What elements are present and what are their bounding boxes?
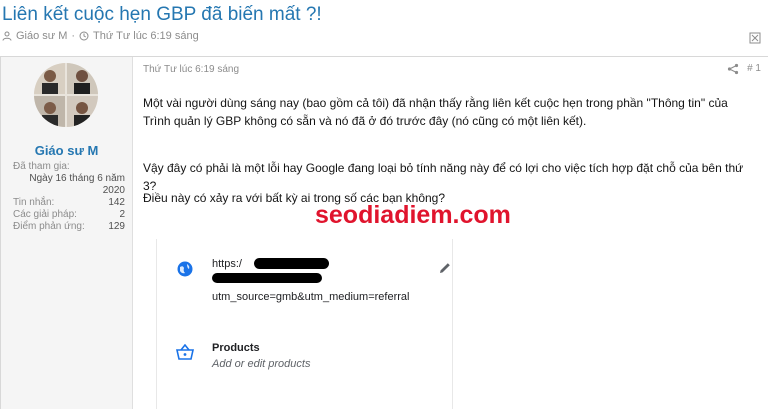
products-subtitle[interactable]: Add or edit products <box>212 358 310 370</box>
share-icon[interactable] <box>727 63 739 75</box>
username[interactable]: Giáo sư M <box>1 143 132 158</box>
website-url[interactable]: https:/ <box>212 258 242 270</box>
stat-label: Tin nhắn: <box>13 197 55 208</box>
stat-value: 2 <box>119 209 125 220</box>
stat-label: Đã tham gia: <box>13 161 70 172</box>
avatar[interactable] <box>34 63 98 127</box>
products-title[interactable]: Products <box>212 342 260 354</box>
clock-icon <box>79 31 89 41</box>
globe-icon <box>177 261 193 277</box>
pencil-icon[interactable] <box>438 261 452 275</box>
thread-author[interactable]: Giáo sư M <box>16 30 67 42</box>
stat-row: Các giải pháp: 2 <box>13 209 125 221</box>
post-number[interactable]: # 1 <box>747 63 761 74</box>
avatar-image <box>34 63 98 127</box>
stat-row: Đã tham gia: <box>13 161 125 173</box>
user-icon <box>2 31 12 41</box>
stat-row: Điểm phản ứng: 129 <box>13 221 125 233</box>
thread-time[interactable]: Thứ Tư lúc 6:19 sáng <box>93 30 199 42</box>
stat-row: 2020 <box>13 185 125 197</box>
stat-row: Ngày 16 tháng 6 năm <box>13 173 125 185</box>
post-paragraph: Một vài người dùng sáng nay (bao gồm cả … <box>143 96 728 128</box>
redaction-mark <box>212 273 322 283</box>
user-sidebar: Giáo sư M Đã tham gia: Ngày 16 tháng 6 n… <box>1 57 133 409</box>
post: Giáo sư M Đã tham gia: Ngày 16 tháng 6 n… <box>0 56 768 409</box>
post-time[interactable]: Thứ Tư lúc 6:19 sáng <box>143 64 239 75</box>
stat-row: Tin nhắn: 142 <box>13 197 125 209</box>
shopping-basket-icon <box>176 344 194 360</box>
thread-meta: Giáo sư M · Thứ Tư lúc 6:19 sáng <box>2 30 199 42</box>
embedded-screenshot-card: https:/ utm_source=gmb&utm_medium=referr… <box>156 239 453 409</box>
redaction-mark <box>254 258 329 269</box>
stat-label: Điểm phản ứng: <box>13 221 85 232</box>
watermark: seodiadiem.com <box>315 201 511 229</box>
url-params: utm_source=gmb&utm_medium=referral <box>212 291 410 303</box>
stat-value: 2020 <box>102 185 125 196</box>
thread-title: Liên kết cuộc hẹn GBP đã biến mất ?! <box>2 4 322 25</box>
stat-value: Ngày 16 tháng 6 năm <box>29 173 125 184</box>
post-content: Thứ Tư lúc 6:19 sáng # 1 Một vài người d… <box>132 57 768 409</box>
stat-label: Các giải pháp: <box>13 209 77 220</box>
stat-value: 129 <box>108 221 125 232</box>
stat-value: 142 <box>108 197 125 208</box>
watch-icon[interactable] <box>748 31 762 45</box>
user-stats: Đã tham gia: Ngày 16 tháng 6 năm 2020 Ti… <box>13 161 125 233</box>
separator: · <box>71 30 76 42</box>
